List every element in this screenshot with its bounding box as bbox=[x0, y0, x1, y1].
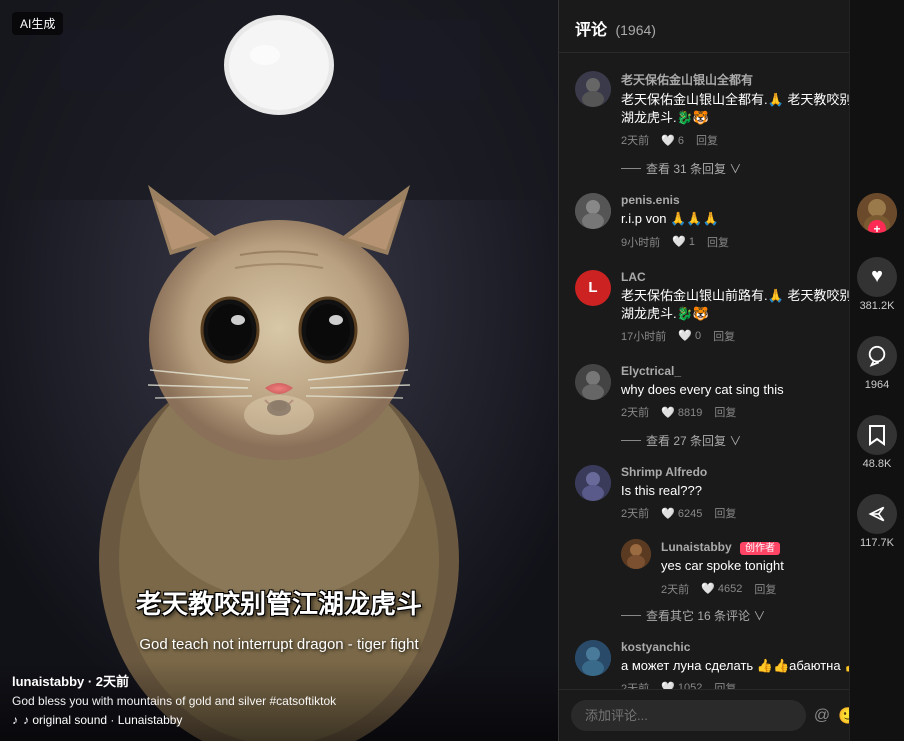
comment-text: r.i.p von 🙏🙏🙏 bbox=[621, 210, 888, 228]
like-button[interactable]: 🤍 1052 bbox=[661, 681, 702, 689]
reply-button[interactable]: 回复 bbox=[713, 328, 735, 344]
action-sidebar: + ♥ 381.2K 1964 48.8K 117.7K bbox=[849, 0, 904, 741]
like-action-button[interactable]: ♥ 381.2K bbox=[857, 257, 897, 312]
comment-count: 1964 bbox=[865, 379, 889, 391]
music-info: ♪ ♪ original sound · Lunaistabby bbox=[12, 713, 546, 727]
like-button[interactable]: 🤍 8819 bbox=[661, 406, 702, 419]
subtitle-en: God teach not interrupt dragon - tiger f… bbox=[139, 636, 418, 653]
comment-body: kostyanchic а может луна сделать 👍👍абают… bbox=[621, 640, 888, 690]
view-replies-text[interactable]: 查看 31 条回复 ∨ bbox=[646, 160, 741, 177]
avatar bbox=[575, 193, 611, 229]
comment-meta: 2天前 🤍 8819 回复 bbox=[621, 404, 888, 420]
comment-body: penis.enis r.i.p von 🙏🙏🙏 9小时前 🤍 1 回复 bbox=[621, 193, 888, 249]
comments-title: 评论 (1964) bbox=[575, 16, 656, 40]
bookmark-action-button[interactable]: 48.8K bbox=[857, 415, 897, 470]
comment-text: а может луна сделать 👍👍абаютна 👍👍? bbox=[621, 657, 888, 675]
music-text: ♪ original sound · Lunaistabby bbox=[23, 713, 182, 727]
like-button[interactable]: 🤍 6 bbox=[661, 134, 684, 147]
view-more-replies[interactable]: 查看其它 16 条评论 ∨ 隐藏 ∧ bbox=[621, 607, 888, 624]
comment-meta: 2天前 🤍 6245 回复 bbox=[621, 505, 888, 521]
comment-body: LAC 老天保佑金山银山前路有.🙏 老天教咬别管江湖龙虎斗.🐉🐯 17小时前 🤍… bbox=[621, 270, 888, 344]
comment-time: 2天前 bbox=[621, 680, 649, 689]
comment-time: 2天前 bbox=[621, 404, 649, 420]
comment-text: 老天保佑金山银山前路有.🙏 老天教咬别管江湖龙虎斗.🐉🐯 bbox=[621, 287, 888, 323]
comment-time: 2天前 bbox=[661, 581, 689, 597]
view-replies-text[interactable]: 查看 27 条回复 ∨ bbox=[646, 432, 741, 449]
ai-badge: AI生成 bbox=[12, 12, 63, 35]
like-count: 381.2K bbox=[860, 300, 895, 312]
video-panel: AI生成 老天教咬别管江湖龙虎斗 God teach not interrupt… bbox=[0, 0, 558, 741]
share-action-button[interactable]: 117.7K bbox=[857, 494, 897, 549]
avatar bbox=[575, 364, 611, 400]
view-more-text[interactable]: 查看其它 16 条评论 ∨ bbox=[646, 607, 765, 624]
like-button[interactable]: 🤍 4652 bbox=[701, 582, 742, 595]
at-icon[interactable]: @ bbox=[814, 707, 830, 725]
comment-username: Elyctrical_ bbox=[621, 364, 888, 378]
avatar bbox=[575, 465, 611, 501]
video-description: God bless you with mountains of gold and… bbox=[12, 694, 546, 708]
comment-time: 9小时前 bbox=[621, 234, 660, 250]
subtitle-cn: 老天教咬别管江湖龙虎斗 bbox=[136, 584, 422, 621]
comment-time: 2天前 bbox=[621, 505, 649, 521]
like-button[interactable]: 🤍 1 bbox=[672, 235, 695, 248]
comment-action-button[interactable]: 1964 bbox=[857, 336, 897, 391]
reply-button[interactable]: 回复 bbox=[754, 581, 776, 597]
comment-text: 老天保佑金山银山全都有.🙏 老天教咬别管江湖龙虎斗.🐉🐯 bbox=[621, 91, 888, 127]
comment-meta: 2天前 🤍 6 回复 bbox=[621, 132, 888, 148]
video-bottom: lunaistabby · 2天前 God bless you with mou… bbox=[0, 661, 558, 741]
video-user-info: lunaistabby · 2天前 bbox=[12, 671, 546, 690]
comment-text: why does every cat sing this bbox=[621, 381, 888, 399]
avatar bbox=[575, 71, 611, 107]
bookmark-icon bbox=[857, 415, 897, 455]
reply-button[interactable]: 回复 bbox=[714, 680, 736, 689]
like-button[interactable]: 🤍 0 bbox=[678, 329, 701, 342]
heart-icon: ♥ bbox=[857, 257, 897, 297]
comment-meta: 17小时前 🤍 0 回复 bbox=[621, 328, 888, 344]
comment-input[interactable] bbox=[571, 700, 806, 731]
comment-time: 17小时前 bbox=[621, 328, 666, 344]
creator-badge: 创作者 bbox=[740, 542, 780, 555]
view-replies[interactable]: 查看 27 条回复 ∨ bbox=[621, 432, 888, 449]
comment-meta: 2天前 🤍 1052 回复 bbox=[621, 680, 888, 689]
share-icon bbox=[857, 494, 897, 534]
follow-plus-icon: + bbox=[868, 220, 886, 233]
comment-username: penis.enis bbox=[621, 193, 888, 207]
comment-username: LAC bbox=[621, 270, 888, 284]
comment-meta: 9小时前 🤍 1 回复 bbox=[621, 234, 888, 250]
replies-dash bbox=[621, 168, 641, 169]
view-replies[interactable]: 查看 31 条回复 ∨ bbox=[621, 160, 888, 177]
comment-username: 老天保佑金山银山全都有 bbox=[621, 71, 888, 88]
replies-dash bbox=[621, 615, 641, 616]
reply-button[interactable]: 回复 bbox=[707, 234, 729, 250]
creator-avatar: + bbox=[857, 193, 897, 233]
like-button[interactable]: 🤍 6245 bbox=[661, 507, 702, 520]
comment-icon bbox=[857, 336, 897, 376]
reply-button[interactable]: 回复 bbox=[714, 404, 736, 420]
comment-body: Shrimp Alfredo Is this real??? 2天前 🤍 624… bbox=[621, 465, 888, 521]
reply-button[interactable]: 回复 bbox=[696, 132, 718, 148]
follow-button[interactable]: + bbox=[857, 193, 897, 233]
comment-text: Is this real??? bbox=[621, 482, 888, 500]
comment-body: Elyctrical_ why does every cat sing this… bbox=[621, 364, 888, 420]
avatar bbox=[575, 640, 611, 676]
share-count: 117.7K bbox=[860, 537, 894, 549]
music-note-icon: ♪ bbox=[12, 713, 18, 727]
comment-username: Shrimp Alfredo bbox=[621, 465, 888, 479]
bookmark-count: 48.8K bbox=[863, 458, 892, 470]
comment-body: 老天保佑金山银山全都有 老天保佑金山银山全都有.🙏 老天教咬别管江湖龙虎斗.🐉🐯… bbox=[621, 71, 888, 148]
reply-button[interactable]: 回复 bbox=[714, 505, 736, 521]
comment-time: 2天前 bbox=[621, 132, 649, 148]
comment-username: kostyanchic bbox=[621, 640, 888, 654]
avatar bbox=[621, 539, 651, 569]
replies-dash bbox=[621, 440, 641, 441]
avatar: L bbox=[575, 270, 611, 306]
